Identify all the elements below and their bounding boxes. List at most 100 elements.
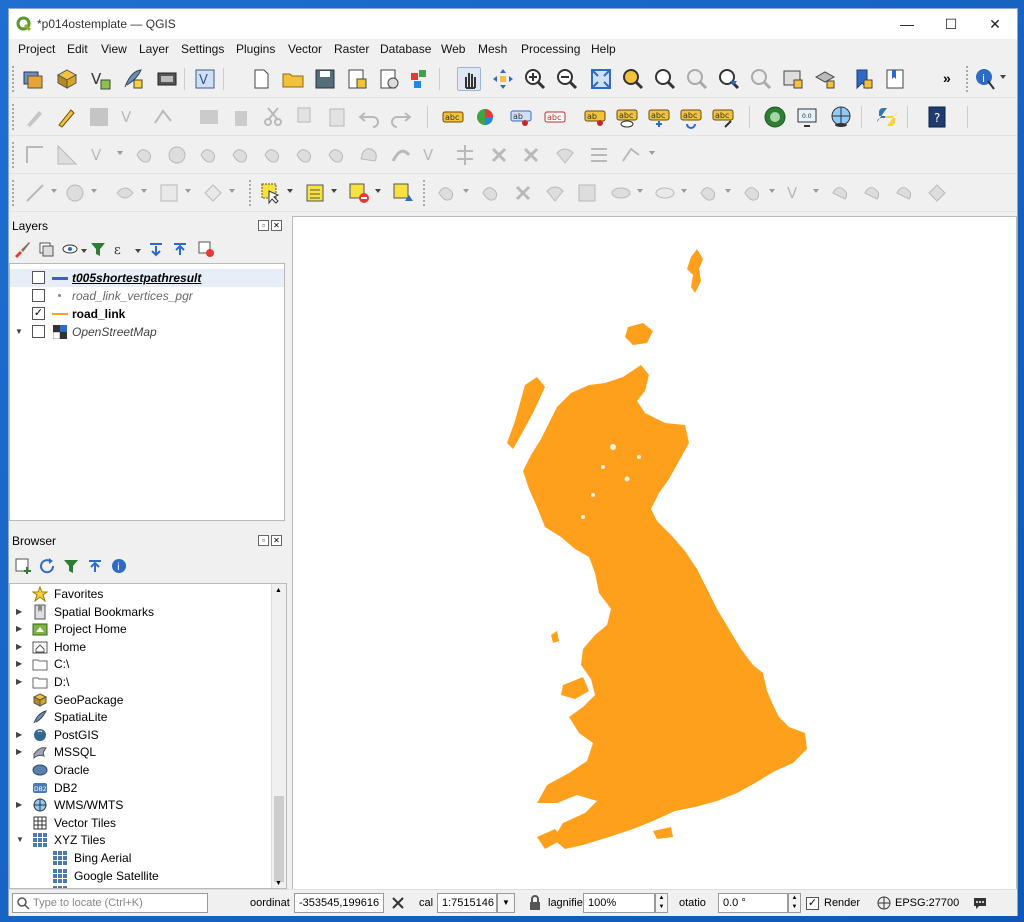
layer-checkbox[interactable] [32,271,45,284]
layer-checkbox[interactable] [32,325,45,338]
change-label-properties-button[interactable]: abc [711,105,735,129]
select-expression-dropdown[interactable] [331,189,337,193]
plugin-tool-8-dropdown[interactable] [725,189,731,193]
plugin-tool-14-button[interactable] [925,181,949,205]
plugin-tool-7-dropdown[interactable] [681,189,687,193]
plugin-tool-9-button[interactable] [741,181,765,205]
add-selected-layers-button[interactable] [14,557,32,575]
plugin-tool-1-button[interactable] [435,181,459,205]
select-polygon-dropdown[interactable] [229,189,235,193]
browser-item-project-home[interactable]: ▶ Project Home [10,620,272,638]
select-location-dropdown[interactable] [91,189,97,193]
select-features-dropdown[interactable] [287,189,293,193]
browser-item-google-satellite[interactable]: Google Satellite [10,867,272,885]
shape-digitizing-dropdown[interactable] [117,151,123,155]
menu-mesh[interactable]: Mesh [478,42,507,56]
plugin-tool-10-button[interactable]: V [785,181,809,205]
select-by-location-button[interactable] [63,181,87,205]
rotation-field[interactable]: 0.0 ° [718,893,788,913]
expand-open-arrow-icon[interactable]: ▼ [16,835,24,844]
layer-labeling-options-button[interactable]: abc [441,105,465,129]
toolbar-grip[interactable] [12,180,16,206]
new-map-view-button[interactable] [781,67,805,91]
scale-combobox[interactable]: 1:7515146 [437,893,497,913]
select-location-button[interactable] [391,181,415,205]
fill-ring-button[interactable] [197,143,221,167]
visibility-dropdown[interactable] [81,249,87,253]
trim-extend-button[interactable] [619,143,643,167]
new-bookmark-button[interactable] [851,67,875,91]
new-virtual-layer-button[interactable] [155,67,179,91]
menu-view[interactable]: View [101,42,127,56]
browser-item-xyz-tiles[interactable]: ▼ XYZ Tiles [10,831,272,849]
browser-item-spatial-bookmarks[interactable]: ▶ Spatial Bookmarks [10,603,272,621]
identify-dropdown[interactable] [1000,75,1006,79]
expand-arrow-icon[interactable]: ▶ [16,730,22,739]
toolbar-grip[interactable] [423,180,427,206]
new-memory-layer-button[interactable]: V [193,67,217,91]
crs-button[interactable]: EPSG:27700 [895,897,959,909]
manage-visibility-button[interactable] [61,240,79,258]
advanced-digitizing-button[interactable] [55,143,79,167]
menu-raster[interactable]: Raster [334,42,369,56]
layer-item-openstreetmap[interactable]: ▼ OpenStreetMap [10,323,284,341]
select-by-value-button[interactable] [113,181,137,205]
menu-web[interactable]: Web [441,42,465,56]
scroll-thumb[interactable] [274,796,284,882]
maximize-button[interactable]: ☐ [929,9,973,39]
browser-item-db2[interactable]: DB2 DB2 [10,779,272,797]
new-spatialite-layer-button[interactable] [121,67,145,91]
menu-project[interactable]: Project [18,42,55,56]
reshape-features-button[interactable] [133,143,157,167]
reverse-line-button[interactable] [587,143,611,167]
layer-item-road-link-vertices-pgr[interactable]: road_link_vertices_pgr [10,287,284,305]
toolbar-grip[interactable] [12,142,16,168]
plugin-tool-3-button[interactable] [511,181,535,205]
zoom-native-button[interactable] [685,67,709,91]
rotate-label-button[interactable]: abc [679,105,703,129]
menu-vector[interactable]: Vector [288,42,322,56]
deselect-dropdown[interactable] [185,189,191,193]
browser-item-d[interactable]: ▶ D:\ [10,673,272,691]
zoom-to-layer-button[interactable] [653,67,677,91]
toolbar-grip[interactable] [249,180,253,206]
browser-float-button[interactable]: ▫ [258,535,269,546]
filter-by-expression-button[interactable]: ε [113,240,131,258]
plugin-tool-8-button[interactable] [697,181,721,205]
plugin-tool-1-dropdown[interactable] [463,189,469,193]
save-project-button[interactable] [313,67,337,91]
layer-checkbox[interactable] [32,289,45,302]
add-group-button[interactable] [37,240,55,258]
menu-edit[interactable]: Edit [67,42,88,56]
simplify-feature-button[interactable] [389,143,413,167]
new-print-layout-button[interactable] [345,67,369,91]
save-layer-edits-button[interactable] [87,105,111,129]
filter-browser-button[interactable] [62,557,80,575]
expand-arrow-icon[interactable]: ▼ [15,327,23,336]
zoom-out-button[interactable] [555,67,579,91]
expand-arrow-icon[interactable]: ▶ [16,747,22,756]
browser-item-mssql[interactable]: ▶ MSSQL [10,743,272,761]
menu-processing[interactable]: Processing [521,42,580,56]
toolbar-grip[interactable] [966,66,970,92]
plugin-tool-4-button[interactable] [543,181,567,205]
layout-manager-button[interactable] [377,67,401,91]
browser-item-spatialite[interactable]: SpatiaLite [10,708,272,726]
delete-selected-button[interactable] [229,105,253,129]
zoom-full-button[interactable] [589,67,613,91]
new-geopackage-layer-button[interactable] [55,67,79,91]
collapse-browser-button[interactable] [86,557,104,575]
merge-features-button[interactable] [519,143,543,167]
magnifier-field[interactable]: 100% [583,893,655,913]
split-features-button[interactable] [453,143,477,167]
cut-features-button[interactable] [261,105,285,129]
layers-close-button[interactable]: ✕ [271,220,282,231]
measure-dropdown[interactable] [51,189,57,193]
modify-attributes-button[interactable] [197,105,221,129]
menu-help[interactable]: Help [591,42,616,56]
browser-item-geopackage[interactable]: GeoPackage [10,691,272,709]
move-label-button[interactable]: abc [647,105,671,129]
plugin-tool-6-button[interactable] [609,181,633,205]
pin-unpin-labels-button[interactable]: ab [583,105,607,129]
menu-settings[interactable]: Settings [181,42,224,56]
